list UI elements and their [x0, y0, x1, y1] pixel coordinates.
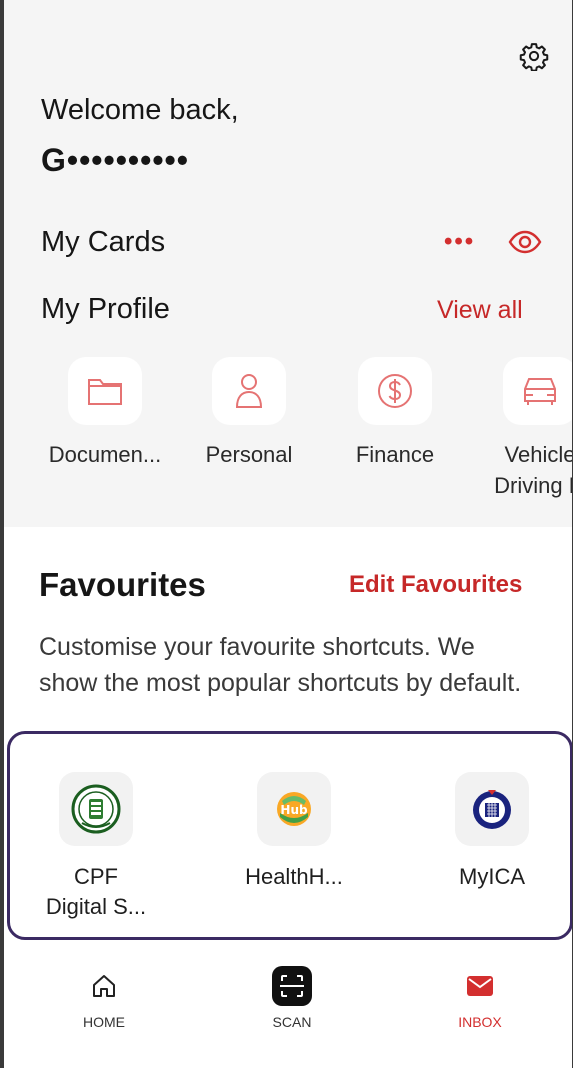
cpf-logo-icon — [59, 772, 133, 846]
profile-tiles: Documen... Personal Finance Vehicle Driv… — [4, 357, 573, 517]
shortcut-cpf[interactable]: CPF Digital S... — [16, 772, 176, 922]
profile-tile-label: Finance — [355, 442, 435, 467]
favourites-shortcuts: CPF Digital S... Hub HealthH... MyICA — [7, 731, 572, 940]
folder-icon — [68, 357, 142, 425]
ica-logo-icon — [455, 772, 529, 846]
shortcut-label: MyICA — [459, 864, 525, 889]
profile-tile-label: Personal — [205, 442, 293, 467]
bottom-nav: HOME SCAN INBOX — [4, 948, 572, 1068]
shortcut-healthhub[interactable]: Hub HealthH... — [214, 772, 374, 892]
eye-icon[interactable] — [506, 224, 544, 260]
favourites-description: Customise your favourite shortcuts. We s… — [39, 633, 522, 697]
healthhub-logo-icon: Hub — [257, 772, 331, 846]
dollar-icon — [358, 357, 432, 425]
profile-tile-documents[interactable]: Documen... — [35, 357, 175, 470]
my-cards-title: My Cards — [41, 226, 166, 258]
gear-icon[interactable] — [516, 38, 552, 74]
profile-tile-personal[interactable]: Personal — [179, 357, 319, 470]
nav-label: SCAN — [272, 1014, 312, 1030]
profile-tile-vehicle[interactable]: Vehicle Driving Li — [470, 357, 573, 501]
nav-home[interactable]: HOME — [44, 966, 164, 1032]
nav-inbox[interactable]: INBOX — [420, 966, 540, 1032]
scan-icon — [232, 966, 352, 1006]
home-icon — [44, 966, 164, 1006]
view-all-link[interactable]: View all — [437, 290, 523, 330]
shortcut-myica[interactable]: MyICA — [412, 772, 572, 892]
app-frame: Welcome back, G•••••••••• My Cards ••• M… — [0, 0, 573, 1068]
my-profile-title: My Profile — [41, 293, 170, 325]
edit-favourites-button[interactable]: Edit Favourites — [349, 566, 522, 604]
person-icon — [212, 357, 286, 425]
nav-label: INBOX — [458, 1014, 502, 1030]
shortcut-label: HealthH... — [245, 864, 343, 889]
mail-icon — [420, 966, 540, 1006]
welcome-text: Welcome back, — [41, 94, 239, 126]
more-options-button[interactable]: ••• — [444, 222, 475, 262]
profile-tile-label: Vehicle Driving Li — [494, 442, 573, 498]
nav-scan[interactable]: SCAN — [232, 966, 352, 1032]
car-icon — [503, 357, 572, 425]
favourites-title: Favourites — [39, 566, 206, 603]
profile-tile-label: Documen... — [48, 442, 162, 467]
nav-label: HOME — [83, 1014, 125, 1030]
healthhub-logo-text: Hub — [280, 803, 308, 817]
profile-tile-finance[interactable]: Finance — [325, 357, 465, 470]
shortcut-label: CPF Digital S... — [45, 864, 147, 919]
masked-user-name: G•••••••••• — [41, 142, 189, 178]
